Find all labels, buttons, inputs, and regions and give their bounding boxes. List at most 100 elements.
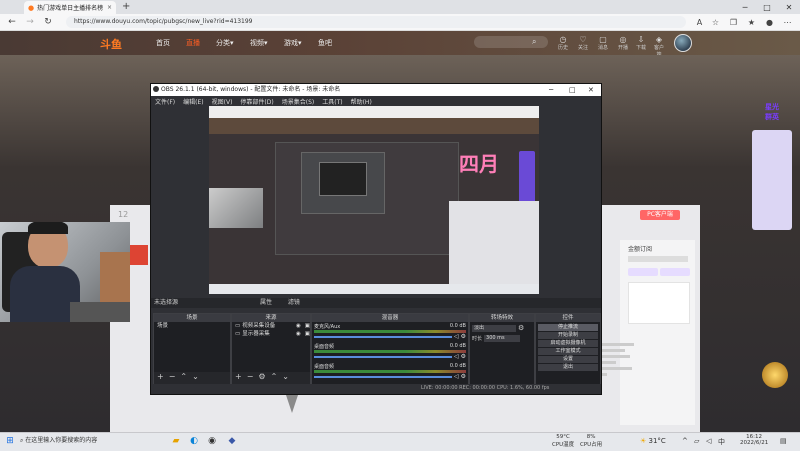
move-down-icon[interactable]: ⌄ xyxy=(282,372,289,381)
source-item[interactable]: ▭ 显示器采集 ◉ ▣ xyxy=(232,330,310,338)
address-bar[interactable]: https://www.douyu.com/topic/pubgsc/new_l… xyxy=(66,16,686,28)
control-button[interactable]: 启动虚拟摄像机 xyxy=(538,340,598,347)
obs-window[interactable]: OBS 26.1.1 (64-bit, windows) - 配置文件: 未命名… xyxy=(150,83,602,395)
windows-start-icon[interactable]: ⊞ xyxy=(4,435,16,447)
search-icon[interactable]: ⌕ xyxy=(532,37,536,47)
broadcast-icon[interactable]: ◎ 开播 xyxy=(616,35,630,51)
nav-item[interactable]: 游戏▾ xyxy=(284,38,302,48)
control-button[interactable]: 开始录制 xyxy=(538,332,598,339)
pc-client-button[interactable]: PC客户端 xyxy=(640,210,680,220)
obs-close-icon[interactable]: ✕ xyxy=(588,84,594,96)
back-icon[interactable]: ← xyxy=(6,16,18,28)
obs-menu-item[interactable]: 编辑(E) xyxy=(183,97,203,106)
reward-icon[interactable] xyxy=(762,362,788,388)
speaker-icon[interactable]: ◁ xyxy=(454,353,459,360)
download-icon[interactable]: ⇩ 下载 xyxy=(634,35,648,51)
source-item[interactable]: ▭ 视频采集设备 ◉ ▣ xyxy=(232,322,310,330)
obs-titlebar[interactable]: OBS 26.1.1 (64-bit, windows) - 配置文件: 未命名… xyxy=(151,84,601,96)
tray-chevron-icon[interactable]: ^ xyxy=(682,437,688,445)
speaker-icon[interactable]: ◁ xyxy=(706,437,711,445)
avatar[interactable] xyxy=(674,34,692,52)
read-aloud-icon[interactable]: A xyxy=(694,17,705,28)
obs-preview[interactable]: 四月 xyxy=(209,106,539,294)
history-icon[interactable]: ◷ 历史 xyxy=(556,35,570,51)
taskbar-search[interactable]: ⌕ 在这里输入你要搜索的内容 xyxy=(20,435,160,447)
douyu-logo[interactable]: 斗鱼 xyxy=(100,36,122,52)
nav-item[interactable]: 视频▾ xyxy=(250,38,268,48)
nav-item[interactable]: 分类▾ xyxy=(216,38,234,48)
obs-menu-item[interactable]: 场景集合(S) xyxy=(282,97,315,106)
nav-item[interactable]: 直播 xyxy=(186,38,200,48)
properties-button[interactable]: 属性 xyxy=(260,299,272,306)
ime-icon[interactable]: 中 xyxy=(718,437,725,447)
nav-item[interactable]: 鱼吧 xyxy=(318,38,332,48)
new-tab-button[interactable]: + xyxy=(122,1,130,12)
clock[interactable]: 16:12 2022/6/21 xyxy=(740,434,768,446)
control-button[interactable]: 退出 xyxy=(538,364,598,371)
volume-slider[interactable] xyxy=(314,375,452,378)
lock-icon[interactable]: ▣ xyxy=(305,330,310,338)
add-scene-icon[interactable]: + xyxy=(157,372,164,381)
weather-widget[interactable]: ☀ 31°C xyxy=(640,437,666,445)
notification-icon[interactable]: ▤ xyxy=(780,437,787,445)
obs-menu-item[interactable]: 文件(F) xyxy=(155,97,175,106)
file-explorer-icon[interactable]: ▰ xyxy=(170,435,182,447)
control-button[interactable]: 工作室模式 xyxy=(538,348,598,355)
close-window-icon[interactable]: ✕ xyxy=(778,0,800,14)
filters-button[interactable]: 滤镜 xyxy=(288,299,300,306)
control-button[interactable]: 停止推流 xyxy=(538,324,598,331)
obs-menu-item[interactable]: 视图(V) xyxy=(212,97,233,106)
edge-browser-icon[interactable]: ◐ xyxy=(188,435,200,447)
add-source-icon[interactable]: + xyxy=(235,372,242,381)
forward-icon[interactable]: → xyxy=(24,16,36,28)
volume-slider[interactable] xyxy=(314,355,452,358)
obs-taskbar-icon[interactable]: ◉ xyxy=(206,435,218,447)
cpu-usage-tray[interactable]: 8% CPU占用 xyxy=(580,434,602,448)
gear-icon[interactable]: ⚙ xyxy=(518,324,524,332)
move-down-icon[interactable]: ⌄ xyxy=(192,372,199,381)
remove-scene-icon[interactable]: − xyxy=(169,372,176,381)
control-button[interactable]: 设置 xyxy=(538,356,598,363)
obs-menu-item[interactable]: 停靠部件(D) xyxy=(240,97,273,106)
close-tab-icon[interactable]: × xyxy=(107,4,112,11)
obs-menu-item[interactable]: 工具(T) xyxy=(322,97,342,106)
lock-icon[interactable]: ▣ xyxy=(305,322,310,330)
favorite-icon[interactable]: ☆ xyxy=(710,17,721,28)
collections-icon[interactable]: ❐ xyxy=(728,17,739,28)
duration-input[interactable]: 300 ms xyxy=(484,335,521,342)
speaker-icon[interactable]: ◁ xyxy=(454,373,459,380)
message-icon[interactable]: ▢ 消息 xyxy=(596,35,610,51)
nav-item[interactable]: 首页 xyxy=(156,38,170,48)
event-badge[interactable]: 星光 群英 xyxy=(755,102,789,124)
refresh-icon[interactable]: ↻ xyxy=(42,16,54,28)
maximize-icon[interactable]: □ xyxy=(756,0,778,14)
obs-menu-item[interactable]: 帮助(H) xyxy=(351,97,372,106)
side-promo-column[interactable] xyxy=(752,130,792,230)
browser-tab[interactable]: ● 热门游戏单日主播排名榜 × xyxy=(24,1,116,14)
app-taskbar-icon[interactable]: ◆ xyxy=(226,435,238,447)
gear-icon[interactable]: ⚙ xyxy=(461,373,466,380)
minimize-icon[interactable]: ─ xyxy=(734,0,756,14)
profile-icon[interactable]: ● xyxy=(764,17,775,28)
cpu-temp-tray[interactable]: 59°C CPU温度 xyxy=(552,434,574,448)
gear-icon[interactable]: ⚙ xyxy=(461,333,466,340)
obs-maximize-icon[interactable]: □ xyxy=(569,84,576,96)
gear-icon[interactable]: ⚙ xyxy=(461,353,466,360)
content-thumbnail[interactable] xyxy=(128,245,148,265)
gear-icon[interactable]: ⚙ xyxy=(258,372,265,381)
follow-icon[interactable]: ♡ 关注 xyxy=(576,35,590,51)
scene-item[interactable]: 场景 xyxy=(154,322,230,330)
site-search-input[interactable] xyxy=(474,36,548,48)
visibility-eye-icon[interactable]: ◉ xyxy=(296,322,301,330)
obs-minimize-icon[interactable]: ─ xyxy=(549,84,553,96)
visibility-eye-icon[interactable]: ◉ xyxy=(296,330,301,338)
right-panel-tag[interactable] xyxy=(628,268,658,276)
speaker-icon[interactable]: ◁ xyxy=(454,333,459,340)
remove-source-icon[interactable]: − xyxy=(247,372,254,381)
move-up-icon[interactable]: ⌃ xyxy=(180,372,187,381)
favorites-bar-icon[interactable]: ★ xyxy=(746,17,757,28)
move-up-icon[interactable]: ⌃ xyxy=(271,372,278,381)
more-icon[interactable]: ⋯ xyxy=(782,17,793,28)
network-icon[interactable]: ▱ xyxy=(694,437,699,445)
volume-slider[interactable] xyxy=(314,335,452,338)
